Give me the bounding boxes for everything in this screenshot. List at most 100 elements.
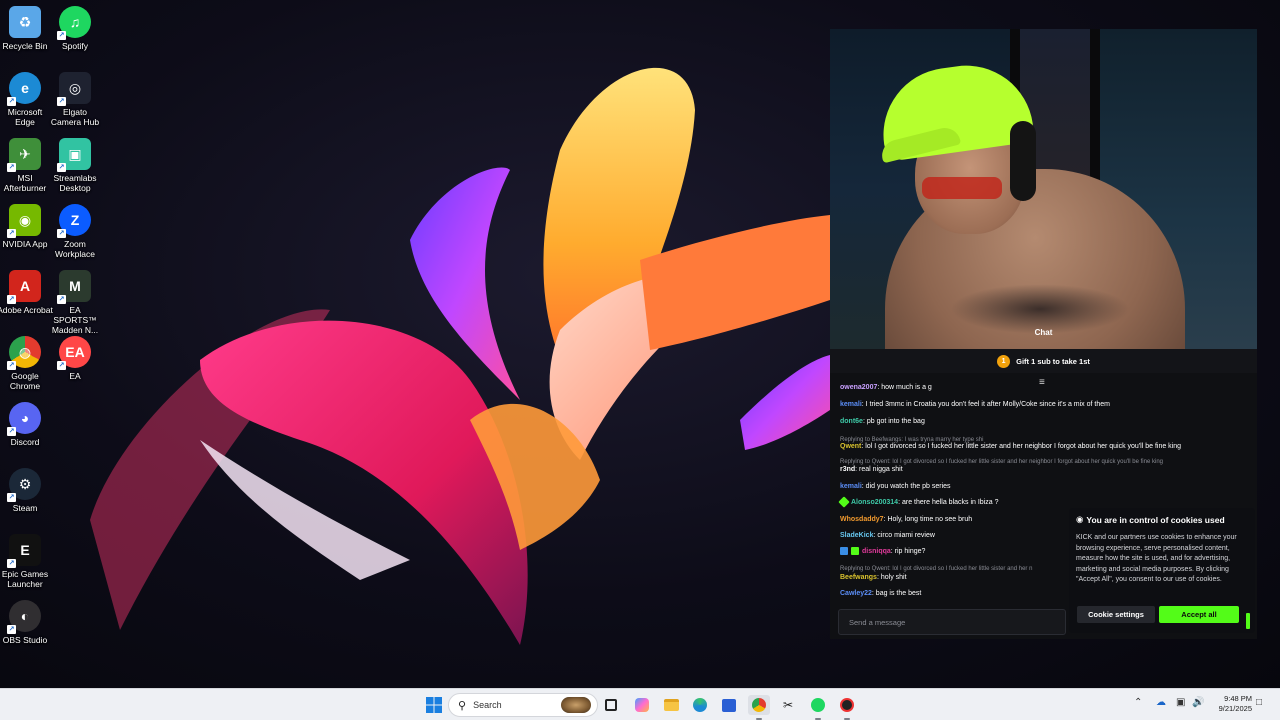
cookie-icon: ◉: [1076, 514, 1084, 524]
onedrive-icon[interactable]: ☁: [1156, 697, 1166, 708]
file-explorer-icon: [663, 699, 679, 711]
desktop-icon-adobe-acrobat[interactable]: A ↗ Adobe Acrobat: [0, 270, 53, 315]
chat-text: : are there hella blacks in Ibiza ?: [898, 499, 999, 506]
chat-message: owena2007: how much is a g: [840, 383, 932, 393]
cookie-banner: ◉ You are in control of cookies used KIC…: [1069, 508, 1255, 633]
taskbar: ⚲ Search ✂ ⌃ ☁ ▣ 🔊 9:48 PM 9/21/2025 □: [0, 688, 1280, 720]
chat-username[interactable]: Whosdaddy7: [840, 516, 884, 523]
chat-username[interactable]: disniqqa: [862, 548, 891, 555]
chat-text: : I tried 3mmc in Croatia you don't feel…: [861, 401, 1110, 408]
store-button[interactable]: [718, 695, 740, 715]
taskbar-clock[interactable]: 9:48 PM 9/21/2025: [1208, 694, 1252, 714]
shortcut-arrow-icon: ↗: [57, 163, 66, 172]
chrome-icon: [752, 698, 766, 712]
reply-text: Replying to Qwent: lol I got divorced so…: [840, 566, 1033, 572]
chat-text: : holy shit: [876, 574, 907, 581]
nvidia-icon: ◉ ↗: [7, 204, 41, 238]
chat-username[interactable]: dont6e: [840, 418, 863, 425]
desktop-icon-label: Google Chrome: [9, 371, 41, 391]
chat-text: : did you watch the pb series: [861, 483, 951, 490]
app-icon: [840, 698, 854, 712]
chevron-up-icon[interactable]: ⌃: [1134, 697, 1142, 708]
chat-message: kemali: did you watch the pb series: [840, 482, 951, 492]
ea-icon: EA ↗: [57, 336, 91, 370]
desktop-icon-label: Discord: [10, 437, 40, 447]
chat-username[interactable]: r3nd: [840, 466, 855, 473]
volume-icon[interactable]: 🔊: [1192, 697, 1204, 708]
chat-text: : rip hinge?: [890, 548, 926, 555]
app-taskbar-button[interactable]: [836, 695, 858, 715]
desktop-icon-chrome[interactable]: ◍ ↗ Google Chrome: [0, 336, 50, 391]
spotify-taskbar-button[interactable]: [807, 695, 829, 715]
snipping-tool-button[interactable]: ✂: [777, 695, 799, 715]
desktop-icon-streamlabs[interactable]: ▣ ↗ Streamlabs Desktop: [50, 138, 100, 193]
desktop-icon-nvidia[interactable]: ◉ ↗ NVIDIA App: [0, 204, 50, 249]
edge-taskbar-button[interactable]: [689, 695, 711, 715]
chat-username[interactable]: kemali: [840, 401, 862, 408]
desktop-icon-madden[interactable]: M ↗ EA SPORTS™ Madden N...: [50, 270, 100, 335]
desktop-icon-discord[interactable]: ◕ ↗ Discord: [0, 402, 50, 447]
desktop-icon-label: Adobe Acrobat: [0, 305, 53, 315]
chat-username[interactable]: kemali: [840, 483, 862, 490]
subscriber-badge-icon: [840, 547, 848, 556]
chat-text: : pb got into the bag: [862, 418, 925, 425]
chat-username[interactable]: Beefwangs: [840, 574, 877, 581]
desktop-icon-edge[interactable]: e ↗ Microsoft Edge: [0, 72, 50, 127]
desktop-icon-recycle-bin[interactable]: ♻ Recycle Bin: [0, 6, 50, 51]
snipping-icon: ✂: [782, 698, 794, 712]
chat-send-button[interactable]: [1246, 613, 1250, 629]
file-explorer-button[interactable]: [660, 695, 682, 715]
chat-message: r3nd: real nigga shit: [840, 465, 903, 475]
stream-video[interactable]: Chat: [830, 29, 1257, 349]
chat-username[interactable]: Alonso200314: [851, 499, 898, 506]
send-message-input[interactable]: Send a message: [838, 609, 1066, 635]
desktop-icon-steam[interactable]: ⚙ ↗ Steam: [0, 468, 50, 513]
shortcut-arrow-icon: ↗: [7, 559, 16, 568]
clock-time: 9:48 PM: [1224, 694, 1252, 703]
chat-message: Beefwangs: holy shit: [840, 573, 907, 583]
desktop-icon-zoom[interactable]: Z ↗ Zoom Workplace: [50, 204, 100, 259]
network-icon[interactable]: ▣: [1176, 697, 1185, 708]
task-view-icon: [605, 699, 617, 711]
desktop-icon-msi-afterburner[interactable]: ✈ ↗ MSI Afterburner: [0, 138, 50, 193]
desktop-icon-obs-studio[interactable]: ◐ ↗ OBS Studio: [0, 600, 50, 645]
search-highlight-thumbnail: [561, 697, 591, 713]
diamond-badge-icon: [838, 496, 850, 508]
chat-username[interactable]: owena2007: [840, 384, 877, 391]
copilot-icon: [635, 698, 649, 712]
shortcut-arrow-icon: ↗: [7, 163, 16, 172]
desktop-icon-elgato-camera-hub[interactable]: ◎ ↗ Elgato Camera Hub: [50, 72, 100, 127]
chat-message: kemali: I tried 3mmc in Croatia you don'…: [840, 400, 1110, 410]
accept-all-button[interactable]: Accept all: [1159, 606, 1239, 623]
desktop-icon-epic-games[interactable]: E ↗ Epic Games Launcher: [0, 534, 50, 589]
shortcut-arrow-icon: ↗: [57, 31, 66, 40]
chat-text: : how much is a g: [877, 384, 932, 391]
copilot-button[interactable]: [631, 695, 653, 715]
desktop-icon-label: Spotify: [62, 41, 88, 51]
chat-username[interactable]: SladeKick: [840, 532, 873, 539]
cookie-title-text: You are in control of cookies used: [1086, 514, 1225, 525]
chat-username[interactable]: Qwent: [840, 443, 861, 450]
task-view-button[interactable]: [600, 695, 622, 715]
shortcut-arrow-icon: ↗: [57, 97, 66, 106]
gift-badge-icon: [851, 547, 859, 556]
shortcut-arrow-icon: ↗: [7, 229, 16, 238]
desktop-icon-ea[interactable]: EA ↗ EA: [50, 336, 100, 381]
desktop-icon-label: Zoom Workplace: [55, 239, 95, 259]
taskbar-search[interactable]: ⚲ Search: [448, 693, 598, 717]
start-button[interactable]: [423, 695, 445, 715]
search-icon: ⚲: [458, 699, 467, 712]
cookie-title: ◉ You are in control of cookies used: [1076, 514, 1248, 525]
gift-sub-bar[interactable]: 1 Gift 1 sub to take 1st: [830, 349, 1257, 373]
chrome-taskbar-button[interactable]: [748, 695, 770, 715]
notification-icon[interactable]: □: [1256, 697, 1262, 708]
adobe-acrobat-icon: A ↗: [7, 270, 41, 304]
shortcut-arrow-icon: ↗: [7, 625, 16, 634]
chat-username[interactable]: Cawley22: [840, 590, 872, 597]
shortcut-arrow-icon: ↗: [7, 493, 16, 502]
cookie-settings-button[interactable]: Cookie settings: [1077, 606, 1155, 623]
chat-text: : circo miami review: [873, 532, 935, 539]
desktop-icon-spotify[interactable]: ♫ ↗ Spotify: [50, 6, 100, 51]
desktop-icon-label: Streamlabs Desktop: [53, 173, 97, 193]
chat-header-label: Chat: [1034, 328, 1053, 337]
